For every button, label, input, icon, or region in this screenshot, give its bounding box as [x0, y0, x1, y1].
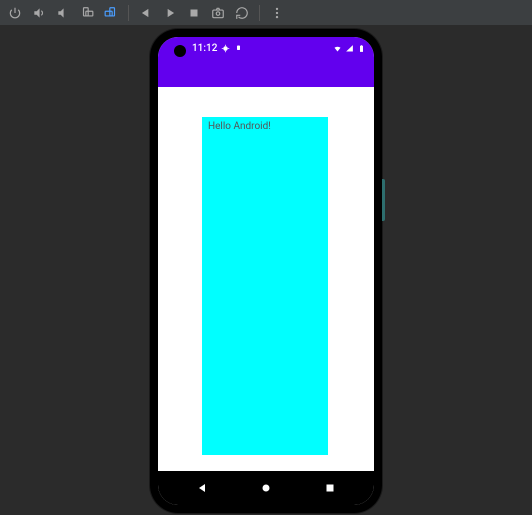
nav-back-button[interactable] [182, 482, 222, 494]
mute-icon [234, 44, 243, 53]
device-screen: 11:12 [158, 37, 374, 505]
toolbar-separator-2 [259, 5, 260, 21]
toolbar-separator [128, 5, 129, 21]
emulator-stage: 11:12 [0, 26, 532, 515]
device-frame: 11:12 [150, 29, 382, 513]
power-icon[interactable] [6, 4, 24, 22]
battery-icon [357, 44, 366, 53]
more-icon[interactable] [268, 4, 286, 22]
nav-recents-button[interactable] [310, 482, 350, 494]
status-bar: 11:12 [158, 37, 374, 61]
cyan-box: Hello Android! [202, 117, 328, 455]
signal-icon [345, 44, 354, 53]
device-power-button [382, 179, 385, 221]
back-step-icon[interactable] [137, 4, 155, 22]
app-content: Hello Android! [158, 87, 374, 471]
volume-up-icon[interactable] [30, 4, 48, 22]
wifi-icon [333, 44, 342, 53]
debug-icon [221, 44, 230, 53]
camera-icon[interactable] [209, 4, 227, 22]
greeting-text: Hello Android! [208, 121, 322, 132]
stop-icon[interactable] [185, 4, 203, 22]
rotate-right-icon[interactable] [102, 4, 120, 22]
front-camera-cutout [174, 45, 186, 57]
nav-home-button[interactable] [246, 482, 286, 494]
forward-step-icon[interactable] [161, 4, 179, 22]
app-action-bar [158, 61, 374, 87]
restart-icon[interactable] [233, 4, 251, 22]
status-time: 11:12 [192, 43, 217, 54]
emulator-toolbar [0, 0, 532, 26]
system-nav-bar [158, 471, 374, 505]
volume-down-icon[interactable] [54, 4, 72, 22]
rotate-left-icon[interactable] [78, 4, 96, 22]
